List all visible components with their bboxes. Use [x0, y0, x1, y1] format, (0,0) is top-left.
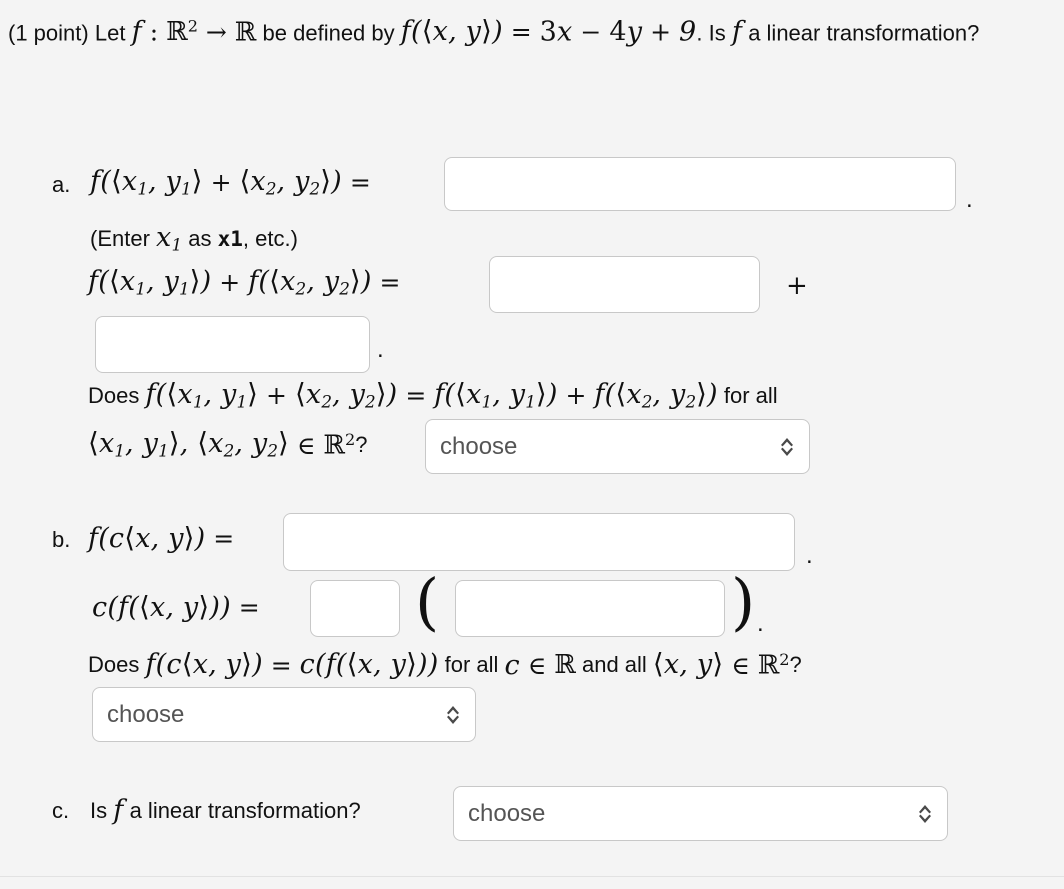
part-b-answer-select-value: choose [107, 700, 185, 728]
part-a-hint: (Enter x1 as x1, etc.) [90, 222, 298, 255]
points-label: (1 point) [8, 20, 89, 46]
part-c-question: Is f a linear transformation? [90, 797, 361, 824]
definition-rhs: 3x [539, 16, 573, 48]
part-a-expression-1: f(⟨x1, y1⟩ + ⟨x2, y2⟩) = [90, 165, 371, 199]
problem-statement: (1 point) Let f : ℝ2 → ℝ be defined by f… [8, 15, 980, 48]
part-a-period-1: . [966, 186, 973, 213]
part-a-does-question-line-1: Does f(⟨x1, y1⟩ + ⟨x2, y2⟩) = f(⟨x1, y1⟩… [88, 378, 778, 412]
definition-constant: 9 [679, 16, 697, 48]
part-b-close-paren: ) [731, 565, 756, 638]
function-definition: f(⟨x, y⟩) [400, 15, 503, 48]
part-b-period-2: . [757, 610, 764, 637]
part-b-input-2[interactable] [310, 580, 400, 637]
coefficient-y: 4 [609, 16, 627, 48]
definition-rhs-2: 4y [609, 16, 643, 48]
intro-text-mid: be defined by [262, 20, 395, 46]
bottom-divider [0, 876, 1064, 877]
part-a-input-3[interactable] [95, 316, 370, 373]
problem-page: (1 point) Let f : ℝ2 → ℝ be defined by f… [0, 0, 1064, 889]
statement-question: Is [708, 20, 732, 46]
part-b-input-3[interactable] [455, 580, 725, 637]
function-declaration: f [131, 16, 142, 48]
part-b-expression-1: f(c⟨x, y⟩) = [88, 521, 235, 554]
part-b-open-paren: ( [415, 565, 440, 638]
part-a-answer-select[interactable]: choose [425, 419, 810, 474]
part-a-expression-2: f(⟨x1, y1⟩) + f(⟨x2, y2⟩) = [88, 265, 401, 299]
part-c-function-symbol: f [113, 795, 124, 826]
domain-exponent: 2 [187, 17, 198, 36]
part-b-expression-2: c(f(⟨x, y⟩)) = [92, 590, 260, 623]
part-b-does-question: Does f(c⟨x, y⟩) = c(f(⟨x, y⟩)) for all c… [88, 648, 802, 681]
part-a-does-question-line-2: ⟨x1, y1⟩, ⟨x2, y2⟩ ∈ ℝ2? [88, 427, 368, 462]
part-b-answer-select[interactable]: choose [92, 687, 476, 742]
part-c-marker: c. [52, 798, 70, 823]
part-c-question-pre: Is [90, 797, 108, 823]
part-c-question-post: a linear transformation? [129, 797, 361, 823]
part-a-answer-select-value: choose [440, 432, 518, 460]
part-a-period-2: . [377, 336, 384, 363]
codomain-symbol: ℝ [234, 17, 257, 48]
part-c-answer-select[interactable]: choose [453, 786, 948, 841]
part-a-marker: a. [52, 172, 71, 197]
part-a-input-1[interactable] [444, 157, 956, 211]
chevron-updown-icon [919, 804, 931, 823]
part-b-input-1[interactable] [283, 513, 795, 571]
chevron-updown-icon [447, 705, 459, 724]
function-symbol: f [731, 16, 743, 48]
part-b-marker: b. [52, 527, 71, 552]
part-b-period-1: . [806, 542, 813, 569]
part-a-plus-sign: + [786, 271, 808, 301]
coefficient-x: 3 [539, 16, 558, 48]
chevron-updown-icon [781, 437, 793, 456]
part-c-answer-select-value: choose [468, 799, 546, 827]
intro-text-pre: Let [94, 20, 126, 46]
domain-symbol: ℝ2 [166, 17, 198, 48]
part-a-input-2[interactable] [489, 256, 760, 313]
